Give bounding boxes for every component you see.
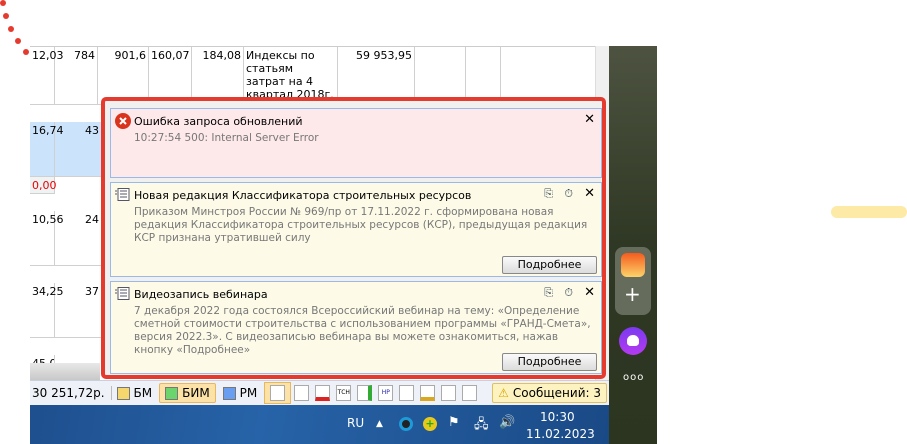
cell[interactable]: 34,25 — [30, 283, 64, 338]
sheet-clock-icon[interactable] — [357, 385, 373, 401]
list-icon — [115, 287, 130, 300]
flag-icon[interactable]: ⚑ — [448, 415, 460, 430]
sheet-blue-icon[interactable] — [294, 385, 310, 401]
bim-label: БИМ — [182, 386, 210, 400]
volume-icon[interactable]: 🔊 — [499, 415, 515, 430]
sheet-coins-icon[interactable] — [420, 385, 436, 401]
sheet-icon[interactable] — [270, 385, 286, 401]
highlight-bar — [831, 206, 907, 218]
notification-title: Ошибка запроса обновлений — [134, 115, 303, 128]
more-icon[interactable]: ooo — [623, 372, 644, 383]
side-apps-group: + — [615, 247, 651, 315]
bm-toggle[interactable]: БМ — [112, 383, 158, 403]
add-icon[interactable]: + — [624, 284, 641, 304]
rm-toggle[interactable]: РМ — [218, 383, 263, 403]
language-indicator[interactable]: RU — [347, 416, 364, 430]
cell[interactable]: 10,56 — [30, 211, 64, 266]
horizontal-scrollbar[interactable] — [30, 363, 100, 380]
notification-body: 10:27:54 500: Internal Server Error — [134, 132, 319, 144]
timer-icon[interactable]: ⏱ — [564, 286, 573, 300]
details-button[interactable]: Подробнее — [502, 353, 597, 371]
tsn-icon[interactable]: ТСН — [336, 385, 352, 401]
notification-body: 7 декабря 2022 года состоялся Всероссийс… — [134, 305, 591, 356]
nr-icon[interactable]: НР — [378, 385, 394, 401]
notification-title: Видеозапись вебинара — [134, 288, 268, 301]
sheet-ruler-icon[interactable] — [462, 385, 478, 401]
cell[interactable]: 784 — [55, 47, 98, 105]
show-hidden-icons[interactable]: ▲ — [376, 419, 383, 429]
table-row-selected[interactable]: 16,74 43 — [30, 122, 110, 177]
alice-assistant-icon[interactable] — [619, 327, 647, 355]
notification-body: Приказом Минстроя России № 969/пр от 17.… — [134, 206, 588, 244]
close-icon[interactable]: ✕ — [584, 285, 595, 300]
browser-side-panel: + ooo — [609, 46, 657, 444]
sheet-chart-icon[interactable] — [441, 385, 457, 401]
bim-color-icon — [165, 386, 179, 400]
mail-icon[interactable] — [621, 253, 645, 277]
cell[interactable]: 0,00 — [30, 177, 57, 194]
close-icon[interactable]: ✕ — [584, 112, 595, 127]
copy-icon[interactable]: ⎘ — [544, 187, 553, 201]
sheet-clip-icon[interactable] — [399, 385, 415, 401]
network-icon[interactable]: 🖧 — [474, 415, 489, 437]
notification-ksr: Новая редакция Классификатора строительн… — [110, 182, 602, 277]
list-icon — [115, 188, 130, 201]
notifications-popup: Ошибка запроса обновлений 10:27:54 500: … — [101, 97, 606, 379]
cell[interactable]: 16,74 — [30, 122, 64, 177]
close-icon[interactable]: ✕ — [584, 186, 595, 201]
notification-title: Новая редакция Классификатора строительн… — [134, 189, 472, 202]
timer-icon[interactable]: ⏱ — [564, 187, 573, 201]
rm-color-icon — [222, 386, 236, 400]
bm-label: БМ — [133, 386, 153, 400]
rm-label: РМ — [239, 386, 258, 400]
total-amount: 30 251,72р. — [30, 386, 112, 400]
bim-toggle[interactable]: БИМ — [159, 383, 216, 403]
clock-time[interactable]: 10:30 — [540, 410, 575, 424]
messages-label: Сообщений: 3 — [512, 386, 601, 400]
details-button[interactable]: Подробнее — [502, 256, 597, 274]
tray-plus-icon[interactable]: + — [423, 417, 437, 431]
tray-app-icon[interactable] — [399, 417, 413, 431]
messages-button[interactable]: ⚠ Сообщений: 3 — [492, 383, 607, 403]
clock-date[interactable]: 11.02.2023 — [526, 427, 595, 441]
notification-error: Ошибка запроса обновлений 10:27:54 500: … — [110, 108, 602, 178]
copy-icon[interactable]: ⎘ — [544, 286, 553, 300]
notification-webinar: Видеозапись вебинара ⎘ ⏱ ✕ 7 декабря 202… — [110, 281, 602, 374]
sheet-ru-flag-icon[interactable] — [315, 385, 331, 401]
status-bar: 30 251,72р. БМ БИМ РМ ТСН НР ⚠ Сообщений:… — [30, 380, 609, 405]
cell[interactable]: 12,03 — [30, 47, 64, 105]
warning-icon: ⚠ — [498, 386, 509, 400]
view-toolbar-active[interactable] — [264, 382, 292, 404]
error-icon — [115, 113, 131, 129]
windows-taskbar: RU ▲ + ⚑ 🖧 🔊 10:30 11.02.2023 — [30, 405, 609, 444]
bm-color-icon — [116, 386, 130, 400]
